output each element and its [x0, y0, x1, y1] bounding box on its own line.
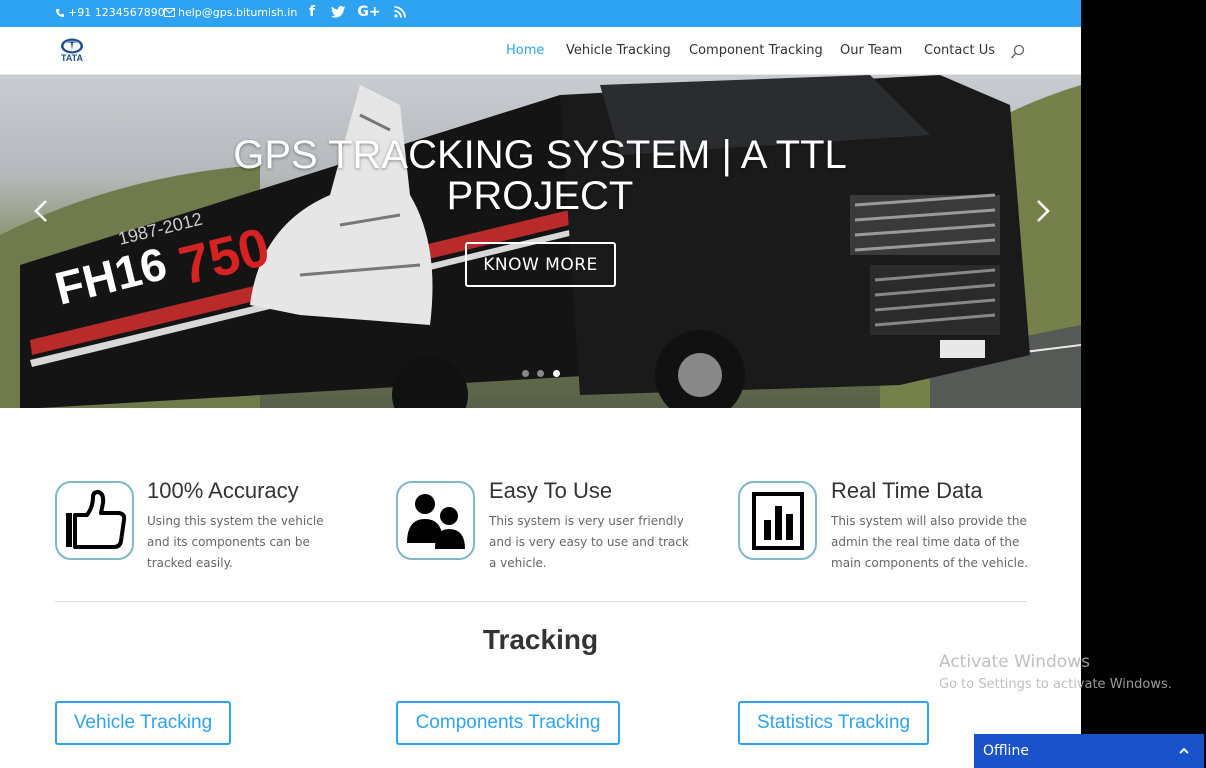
users-icon [396, 481, 475, 560]
email-contact[interactable]: help@gps.bitumish.in [164, 6, 297, 19]
bar-chart-icon [738, 481, 817, 560]
nav-contact-us[interactable]: Contact Us [924, 43, 995, 58]
blurb-title-real-time-data: Real Time Data [831, 478, 983, 503]
slider-prev-arrow-icon[interactable] [30, 198, 54, 224]
phone-number: +91 1234567890 [68, 6, 165, 19]
chevron-up-icon[interactable] [1178, 745, 1190, 757]
nav-component-tracking[interactable]: Component Tracking [689, 43, 823, 58]
slider-dot-2[interactable] [537, 370, 544, 377]
logo-text: TATA [61, 53, 83, 63]
tata-logo[interactable]: TATA [58, 38, 86, 64]
tracking-section-title: Tracking [482, 624, 599, 655]
search-icon[interactable] [1010, 44, 1026, 60]
slider-dot-3[interactable] [553, 370, 560, 377]
twitter-icon[interactable] [330, 3, 346, 21]
components-tracking-button[interactable]: Components Tracking [396, 701, 620, 745]
know-more-button[interactable]: KNOW MORE [465, 242, 616, 287]
vehicle-tracking-button[interactable]: Vehicle Tracking [55, 701, 231, 745]
blurb-text-easy-to-use: This system is very user friendly and is… [489, 514, 689, 570]
blurb-text-real-time-data: This system will also provide the admin … [831, 514, 1029, 570]
chat-offline-bar[interactable]: Offline [974, 734, 1204, 768]
envelope-icon [164, 8, 175, 17]
blurb-text-accuracy: Using this system the vehicle and its co… [147, 514, 324, 570]
thumbs-up-icon [55, 481, 134, 560]
activate-windows-title: Activate Windows [939, 652, 1090, 672]
facebook-icon[interactable]: f [304, 3, 320, 21]
section-divider [55, 601, 1027, 602]
email-address: help@gps.bitumish.in [178, 6, 298, 19]
page: +91 1234567890 help@gps.bitumish.in f G+… [0, 0, 1081, 768]
top-bar: +91 1234567890 help@gps.bitumish.in f G+ [0, 0, 1081, 27]
activate-windows-subtitle: Go to Settings to activate Windows. [939, 677, 1172, 692]
phone-icon [56, 8, 64, 17]
main-header: TATA Home Vehicle Tracking Component Tra… [0, 27, 1081, 75]
nav-home[interactable]: Home [506, 43, 544, 58]
google-plus-icon[interactable]: G+ [357, 3, 380, 21]
slider-dot-1[interactable] [522, 370, 529, 377]
blurb-title-easy-to-use: Easy To Use [489, 478, 613, 503]
rss-icon[interactable] [392, 3, 408, 21]
hero-title: GPS TRACKING SYSTEM | A TTL PROJECT [233, 133, 847, 218]
nav-our-team[interactable]: Our Team [840, 43, 902, 58]
blurb-title-accuracy: 100% Accuracy [147, 478, 299, 503]
hero-slider: FH16 750 1987-2012 GPS TRACKING SYSTEM |… [0, 75, 1081, 408]
nav-vehicle-tracking[interactable]: Vehicle Tracking [566, 43, 671, 58]
statistics-tracking-button[interactable]: Statistics Tracking [738, 701, 929, 745]
chat-status-label: Offline [983, 743, 1029, 759]
slider-next-arrow-icon[interactable] [1030, 198, 1054, 224]
phone-contact[interactable]: +91 1234567890 [55, 6, 165, 19]
